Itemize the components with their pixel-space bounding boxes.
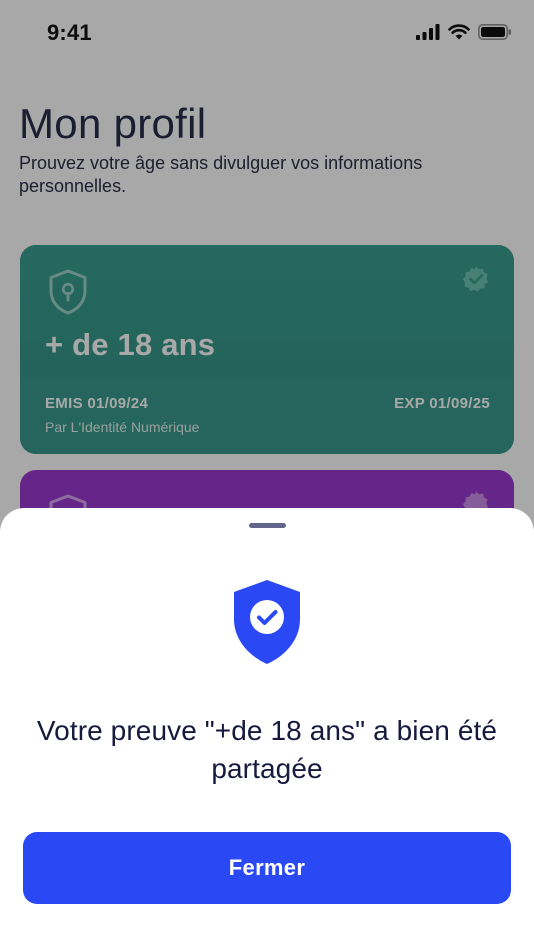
close-button[interactable]: Fermer bbox=[23, 832, 511, 904]
shield-check-icon bbox=[234, 580, 300, 664]
sheet-drag-handle[interactable] bbox=[249, 523, 286, 528]
confirmation-message: Votre preuve "+de 18 ans" a bien été par… bbox=[36, 715, 498, 784]
app-screen: 9:41 Mon profil Prouvez votre âge sans d… bbox=[0, 0, 534, 950]
share-confirmation-sheet: Votre preuve "+de 18 ans" a bien été par… bbox=[0, 508, 534, 950]
